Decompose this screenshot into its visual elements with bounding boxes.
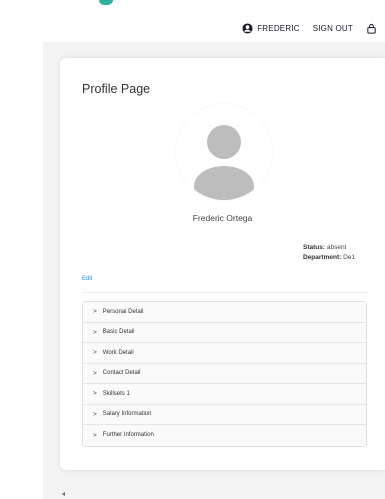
accordion-item-work-detail[interactable]: > Work Detail bbox=[83, 343, 366, 364]
accordion-item-skillsets[interactable]: > Skillsets 1 bbox=[83, 384, 366, 405]
chevron-right-icon: > bbox=[93, 431, 97, 439]
profile-meta: Status: absent Department: De1 bbox=[303, 243, 355, 263]
scroll-left-arrow[interactable] bbox=[62, 492, 65, 496]
department-value: De1 bbox=[343, 254, 356, 261]
accordion-item-label: Work Detail bbox=[102, 349, 134, 356]
details-accordion: > Personal Detail > Basic Detail > Work … bbox=[82, 301, 367, 447]
edit-link[interactable]: Edit bbox=[82, 276, 92, 282]
accordion-item-label: Personal Detail bbox=[102, 308, 144, 315]
account-circle-icon bbox=[242, 22, 253, 34]
accordion-item-label: Basic Detail bbox=[102, 329, 135, 336]
chevron-right-icon: > bbox=[93, 328, 97, 336]
avatar bbox=[176, 104, 272, 200]
accordion-item-further-information[interactable]: > Further Information bbox=[83, 425, 366, 446]
avatar-placeholder-icon bbox=[194, 125, 254, 200]
status-label: Status: bbox=[303, 244, 326, 251]
chevron-right-icon: > bbox=[93, 390, 97, 398]
app-logo[interactable] bbox=[99, 0, 113, 5]
top-bar: FREDERIC SIGN OUT bbox=[0, 16, 385, 40]
accordion-item-label: Skillsets 1 bbox=[102, 390, 130, 397]
sign-out-button[interactable]: SIGN OUT bbox=[313, 24, 353, 33]
divider bbox=[82, 292, 367, 293]
lock-icon[interactable] bbox=[366, 23, 377, 34]
chevron-right-icon: > bbox=[93, 369, 97, 377]
department-row: Department: De1 bbox=[303, 253, 355, 263]
accordion-item-label: Contact Detail bbox=[102, 370, 141, 377]
accordion-item-label: Salary Information bbox=[102, 411, 152, 418]
status-row: Status: absent bbox=[303, 243, 355, 253]
accordion-item-label: Further Information bbox=[102, 432, 154, 439]
user-menu[interactable]: FREDERIC bbox=[242, 22, 300, 34]
accordion-item-personal-detail[interactable]: > Personal Detail bbox=[83, 302, 366, 323]
page-title: Profile Page bbox=[82, 82, 151, 96]
accordion-item-salary-information[interactable]: > Salary Information bbox=[83, 404, 366, 425]
accordion-item-basic-detail[interactable]: > Basic Detail bbox=[83, 322, 366, 343]
chevron-right-icon: > bbox=[93, 308, 97, 316]
chevron-right-icon: > bbox=[93, 349, 97, 357]
department-label: Department: bbox=[303, 254, 342, 261]
username-label: FREDERIC bbox=[257, 23, 300, 33]
chevron-right-icon: > bbox=[93, 410, 97, 418]
status-value: absent bbox=[326, 244, 347, 251]
accordion-item-contact-detail[interactable]: > Contact Detail bbox=[83, 363, 366, 384]
profile-name: Frederic Ortega bbox=[192, 213, 253, 223]
